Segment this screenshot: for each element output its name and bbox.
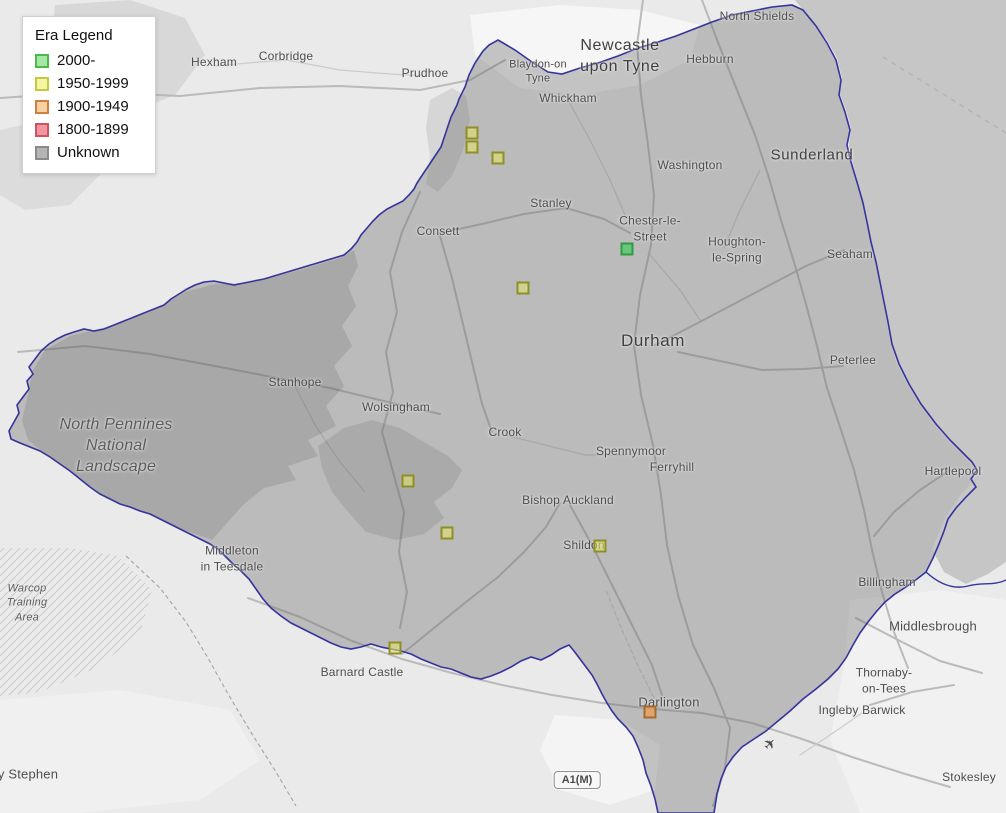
map-canvas[interactable]: North Shields Newcastle upon Tyne Hebburn B… [0, 0, 1006, 813]
road-shield-a1m: A1(M) [553, 771, 601, 789]
era-marker-1950-1999[interactable] [388, 641, 402, 655]
legend-item-1800-1899: 1800-1899 [35, 121, 141, 138]
legend-swatch-1900-1949 [35, 99, 49, 114]
legend-swatch-Unknown [35, 145, 49, 160]
legend-items: 2000- 1950-1999 1900-1949 1800-1899 Unknown [35, 52, 141, 161]
legend-item-label: 1900-1949 [57, 98, 129, 115]
era-marker-2000-[interactable] [620, 242, 634, 256]
legend-item-1950-1999: 1950-1999 [35, 75, 141, 92]
era-marker-1950-1999[interactable] [491, 151, 505, 165]
era-marker-1900-1949[interactable] [643, 705, 657, 719]
era-marker-1950-1999[interactable] [465, 126, 479, 140]
legend-item-Unknown: Unknown [35, 144, 141, 161]
legend-item-1900-1949: 1900-1949 [35, 98, 141, 115]
legend-title: Era Legend [35, 27, 113, 44]
legend-item-label: Unknown [57, 144, 120, 161]
era-marker-1950-1999[interactable] [516, 281, 530, 295]
era-marker-1950-1999[interactable] [401, 474, 415, 488]
legend-swatch-2000- [35, 53, 49, 68]
era-marker-1950-1999[interactable] [593, 539, 607, 553]
legend-swatch-1800-1899 [35, 122, 49, 137]
era-marker-1950-1999[interactable] [440, 526, 454, 540]
era-legend: Era Legend 2000- 1950-1999 1900-1949 1800-1… [22, 16, 156, 174]
legend-item-label: 2000- [57, 52, 96, 69]
era-marker-1950-1999[interactable] [465, 140, 479, 154]
legend-item-label: 1800-1899 [57, 121, 129, 138]
legend-swatch-1950-1999 [35, 76, 49, 91]
legend-item-label: 1950-1999 [57, 75, 129, 92]
legend-item-2000-: 2000- [35, 52, 141, 69]
